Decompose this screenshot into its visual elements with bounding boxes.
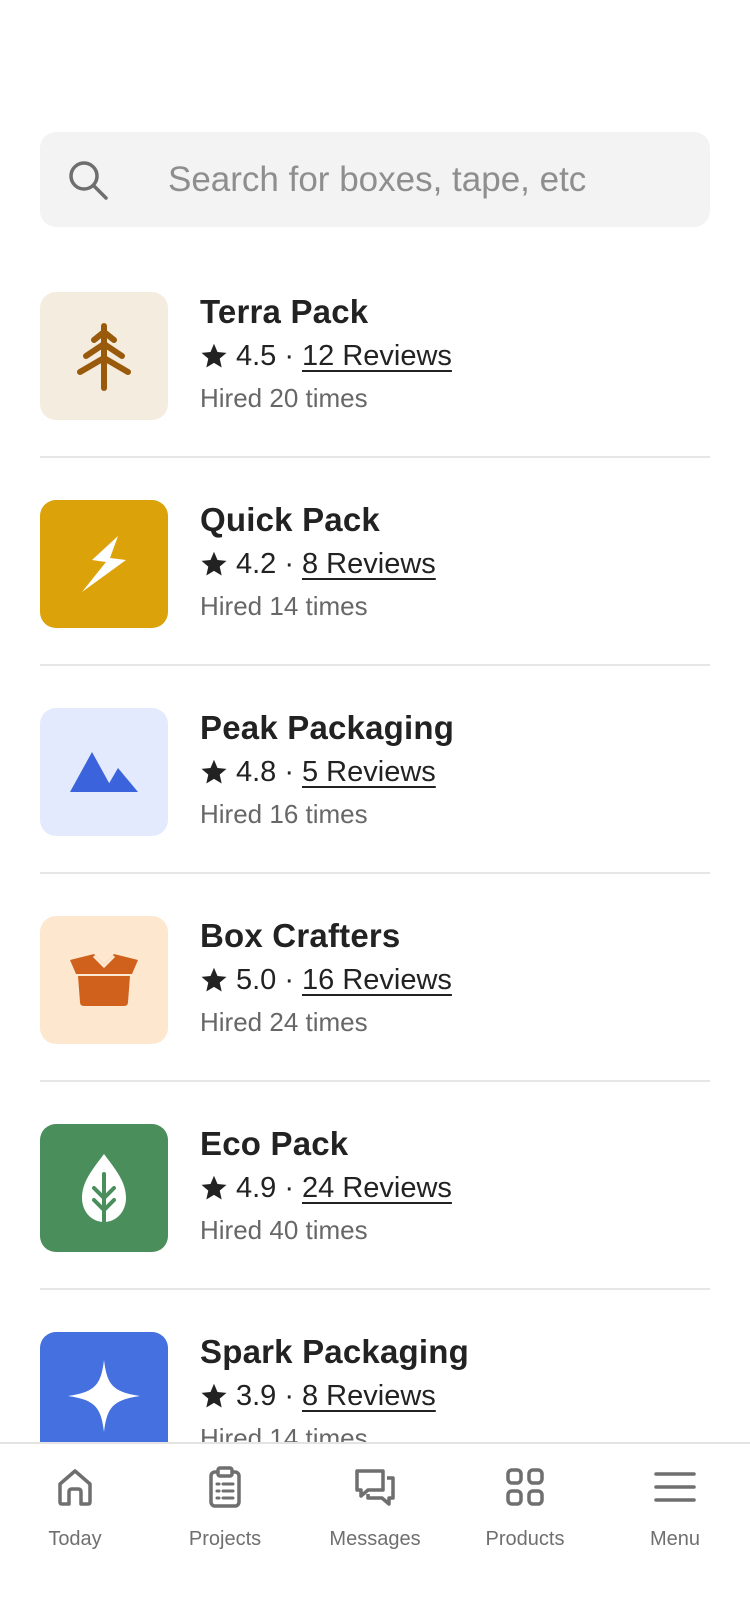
vendor-name: Peak Packaging (200, 709, 455, 746)
sparkle-icon (68, 1360, 140, 1432)
tab-today[interactable]: Today (0, 1444, 150, 1564)
vendor-rating: 4.9 · 24 Reviews (200, 1169, 452, 1207)
reviews-link[interactable]: 8 Reviews (302, 1377, 436, 1415)
hired-count: Hired 14 times (200, 1423, 368, 1442)
search-bar[interactable] (40, 132, 710, 227)
grid-icon (506, 1468, 544, 1506)
rating-value: 4.8 (236, 756, 277, 788)
hired-count: Hired 24 times (200, 1007, 368, 1037)
open-box-icon (70, 954, 138, 1006)
reviews-link[interactable]: 12 Reviews (302, 337, 452, 375)
tab-label: Projects (188, 1528, 262, 1550)
vendor-name: Spark Packaging (200, 1333, 469, 1370)
hired-count: Hired 40 times (200, 1215, 368, 1245)
vendor-rating: 4.5 · 12 Reviews (200, 337, 452, 375)
rating-value: 5.0 (236, 964, 277, 996)
star-icon (201, 1383, 227, 1408)
pine-tree-icon (77, 323, 131, 391)
hired-count: Hired 14 times (200, 591, 368, 621)
list-item-eco-pack[interactable]: Eco Pack 4.9 · 24 Reviews Hired 40 times (40, 1082, 710, 1290)
vendor-rating: 3.9 · 8 Reviews (200, 1377, 469, 1415)
tab-label: Menu (649, 1528, 701, 1550)
vendor-logo (40, 916, 168, 1044)
tab-messages[interactable]: Messages (300, 1444, 450, 1564)
tab-label: Products (485, 1528, 565, 1550)
vendor-logo (40, 708, 168, 836)
tab-label: Today (48, 1528, 102, 1550)
reviews-link[interactable]: 8 Reviews (302, 545, 436, 583)
vendor-name: Box Crafters (200, 917, 401, 954)
tab-label: Messages (329, 1528, 421, 1550)
home-icon (58, 1469, 92, 1506)
rating-value: 4.5 (236, 340, 277, 372)
rating-value: 3.9 (236, 1380, 277, 1412)
vendor-logo (40, 292, 168, 420)
vendor-logo (40, 1124, 168, 1252)
separator-dot: · (284, 1172, 294, 1204)
star-icon (201, 343, 227, 368)
hired-count: Hired 16 times (200, 799, 368, 829)
star-icon (201, 1175, 227, 1200)
tab-projects[interactable]: Projects (150, 1444, 300, 1564)
vendor-rating: 4.2 · 8 Reviews (200, 545, 436, 583)
vendor-name: Terra Pack (200, 293, 369, 330)
separator-dot: · (284, 340, 294, 372)
vendor-logo (40, 1332, 168, 1442)
separator-dot: · (284, 548, 294, 580)
mountains-icon (70, 752, 138, 792)
reviews-link[interactable]: 24 Reviews (302, 1169, 452, 1207)
vendor-logo (40, 500, 168, 628)
clipboard-icon (209, 1466, 241, 1508)
tab-products[interactable]: Products (450, 1444, 600, 1564)
vendor-name: Eco Pack (200, 1125, 349, 1162)
leaf-icon (82, 1154, 126, 1224)
vendor-list: Terra Pack 4.5 · 12 Reviews Hired 20 tim… (40, 250, 710, 1442)
rating-value: 4.9 (236, 1172, 277, 1204)
rating-value: 4.2 (236, 548, 277, 580)
reviews-link[interactable]: 5 Reviews (302, 753, 436, 791)
vendor-rating: 5.0 · 16 Reviews (200, 961, 452, 999)
separator-dot: · (284, 964, 294, 996)
hamburger-icon (654, 1472, 696, 1502)
separator-dot: · (284, 756, 294, 788)
star-icon (201, 551, 227, 576)
chat-icon (355, 1469, 395, 1506)
lightning-icon (82, 536, 126, 592)
search-input[interactable] (168, 132, 688, 227)
bottom-tab-bar: Today Projects Messages Products Menu (0, 1442, 750, 1624)
separator-dot: · (284, 1380, 294, 1412)
hired-count: Hired 20 times (200, 383, 368, 413)
star-icon (201, 759, 227, 784)
list-item-peak-packaging[interactable]: Peak Packaging 4.8 · 5 Reviews Hired 16 … (40, 666, 710, 874)
tab-menu[interactable]: Menu (600, 1444, 750, 1564)
search-icon (69, 161, 108, 200)
vendor-rating: 4.8 · 5 Reviews (200, 753, 454, 791)
vendor-name: Quick Pack (200, 501, 380, 538)
list-item-spark-packaging[interactable]: Spark Packaging 3.9 · 8 Reviews Hired 14… (40, 1290, 710, 1442)
list-item-quick-pack[interactable]: Quick Pack 4.2 · 8 Reviews Hired 14 time… (40, 458, 710, 666)
list-item-terra-pack[interactable]: Terra Pack 4.5 · 12 Reviews Hired 20 tim… (40, 250, 710, 458)
reviews-link[interactable]: 16 Reviews (302, 961, 452, 999)
list-item-box-crafters[interactable]: Box Crafters 5.0 · 16 Reviews Hired 24 t… (40, 874, 710, 1082)
star-icon (201, 967, 227, 992)
